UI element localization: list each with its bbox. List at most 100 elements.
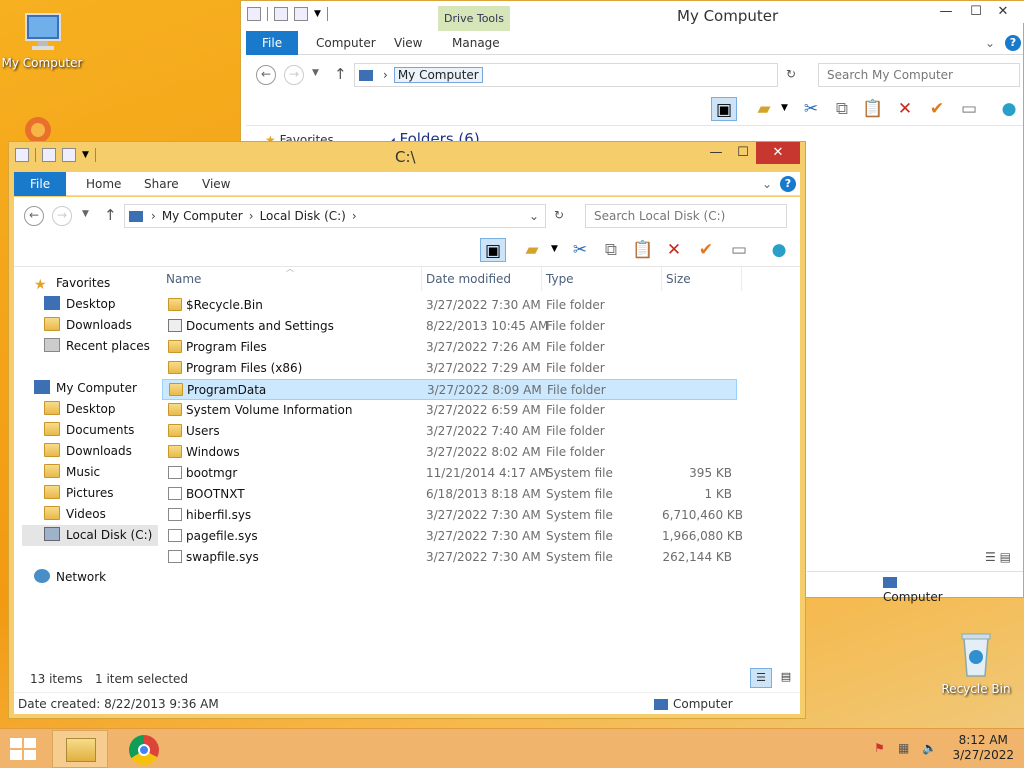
nav-favorites-recent[interactable]: Recent places <box>44 336 150 357</box>
file-row[interactable]: System Volume Information 3/27/2022 6:59 … <box>162 400 737 421</box>
help-icon[interactable]: ? <box>780 176 796 192</box>
close-button[interactable]: ✕ <box>981 1 1024 23</box>
tab-file[interactable]: File <box>14 172 67 196</box>
forward-button[interactable]: → <box>284 65 304 85</box>
column-header-date[interactable]: Date modified <box>422 267 542 291</box>
chevron-down-icon[interactable]: ⌄ <box>762 177 772 191</box>
tab-view[interactable]: View <box>380 31 436 55</box>
chevron-down-icon[interactable]: ▼ <box>314 9 321 19</box>
chevron-down-icon[interactable]: ▼ <box>551 244 558 254</box>
large-icons-view-button[interactable]: ▤ <box>776 668 796 688</box>
nav-local-disk[interactable]: Local Disk (C:) <box>22 525 159 546</box>
nav-pictures[interactable]: Pictures <box>44 483 114 504</box>
nav-desktop[interactable]: Desktop <box>44 399 116 420</box>
desktop-icon-my-computer[interactable]: My Computer <box>0 10 84 70</box>
folder-options-icon[interactable]: ▰ <box>751 97 777 121</box>
file-row[interactable]: Users 3/27/2022 7:40 AM File folder <box>162 421 737 442</box>
breadcrumb-local-disk[interactable]: Local Disk (C:) <box>260 209 346 223</box>
copy-icon[interactable]: ⧉ <box>829 97 855 121</box>
tab-view[interactable]: View <box>188 172 244 196</box>
start-button[interactable] <box>10 738 36 760</box>
file-row[interactable]: Windows 3/27/2022 8:02 AM File folder <box>162 442 737 463</box>
properties-icon[interactable] <box>274 7 288 21</box>
file-row[interactable]: Program Files (x86) 3/27/2022 7:29 AM File… <box>162 358 737 379</box>
nav-my-computer[interactable]: My Computer <box>34 378 137 399</box>
refresh-icon[interactable]: ↻ <box>786 67 796 81</box>
nav-documents[interactable]: Documents <box>44 420 134 441</box>
back-button[interactable]: ← <box>256 65 276 85</box>
up-button[interactable]: ↑ <box>104 206 117 224</box>
cut-icon[interactable]: ✂ <box>798 97 824 121</box>
back-button[interactable]: ← <box>24 206 44 226</box>
large-icons-view-icon[interactable]: ▤ <box>1000 550 1011 564</box>
recent-locations-icon[interactable]: ▼ <box>312 68 319 78</box>
clock[interactable]: 8:12 AM 3/27/2022 <box>952 733 1014 763</box>
tab-file[interactable]: File <box>246 31 299 55</box>
recent-locations-icon[interactable]: ▼ <box>82 209 89 219</box>
chevron-down-icon[interactable]: ▼ <box>82 150 89 160</box>
nav-favorites[interactable]: ★ Favorites <box>34 273 110 294</box>
search-input[interactable]: Search My Computer <box>818 63 1020 87</box>
properties-icon[interactable] <box>42 148 56 162</box>
details-view-button[interactable]: ☰ <box>750 668 772 688</box>
delete-icon[interactable]: ✕ <box>661 238 687 262</box>
tab-share[interactable]: Share <box>130 172 193 196</box>
help-icon[interactable]: ? <box>1005 35 1021 51</box>
close-button[interactable]: ✕ <box>756 142 800 164</box>
action-center-icon[interactable]: ⚑ <box>874 741 885 755</box>
breadcrumb-my-computer[interactable]: My Computer <box>162 209 243 223</box>
preview-pane-icon[interactable]: ▣ <box>480 238 506 262</box>
file-row[interactable]: $Recycle.Bin 3/27/2022 7:30 AM File folder <box>162 295 737 316</box>
rename-icon[interactable]: ▭ <box>956 97 982 121</box>
cut-icon[interactable]: ✂ <box>567 238 593 262</box>
preview-pane-icon[interactable]: ▣ <box>711 97 737 121</box>
refresh-icon[interactable]: ↻ <box>554 208 564 222</box>
network-status-icon[interactable]: ▦ <box>898 741 909 755</box>
folder-options-icon[interactable]: ▰ <box>519 238 545 262</box>
checkmark-icon[interactable]: ✔ <box>693 238 719 262</box>
file-row[interactable]: ProgramData 3/27/2022 8:09 AM File folder <box>162 379 737 400</box>
chevron-down-icon[interactable]: ▼ <box>781 103 788 113</box>
file-row[interactable]: BOOTNXT 6/18/2013 8:18 AM System file 1 KB <box>162 484 737 505</box>
nav-music[interactable]: Music <box>44 462 100 483</box>
maximize-button[interactable]: ☐ <box>728 142 758 164</box>
column-header-type[interactable]: Type <box>542 267 662 291</box>
tab-manage[interactable]: Manage <box>438 31 514 55</box>
file-row[interactable]: bootmgr 11/21/2014 4:17 AM System file 395 … <box>162 463 737 484</box>
globe-icon[interactable]: ● <box>766 238 792 262</box>
file-row[interactable]: pagefile.sys 3/27/2022 7:30 AM System file… <box>162 526 743 547</box>
nav-favorites-downloads[interactable]: Downloads <box>44 315 132 336</box>
rename-icon[interactable]: ▭ <box>726 238 752 262</box>
nav-videos[interactable]: Videos <box>44 504 106 525</box>
chevron-down-icon[interactable]: ⌄ <box>985 36 995 50</box>
paste-icon[interactable]: 📋 <box>630 238 656 262</box>
file-row[interactable]: hiberfil.sys 3/27/2022 7:30 AM System file… <box>162 505 743 526</box>
paste-icon[interactable]: 📋 <box>860 97 886 121</box>
nav-network[interactable]: Network <box>34 567 106 588</box>
nav-downloads[interactable]: Downloads <box>44 441 132 462</box>
address-bar[interactable]: › My Computer <box>354 63 778 87</box>
up-button[interactable]: ↑ <box>334 65 347 83</box>
delete-icon[interactable]: ✕ <box>892 97 918 121</box>
app-icon[interactable] <box>14 110 62 144</box>
desktop-icon-recycle-bin[interactable]: Recycle Bin <box>934 630 1018 696</box>
column-header-size[interactable]: Size <box>662 267 742 291</box>
tab-computer[interactable]: Computer <box>302 31 390 55</box>
tab-home[interactable]: Home <box>72 172 135 196</box>
forward-button[interactable]: → <box>52 206 72 226</box>
taskbar-file-explorer[interactable] <box>52 730 108 768</box>
address-bar[interactable]: › My Computer › Local Disk (C:) › ⌄ <box>124 204 546 228</box>
new-folder-icon[interactable] <box>62 148 76 162</box>
file-row[interactable]: swapfile.sys 3/27/2022 7:30 AM System file… <box>162 547 737 568</box>
column-header-name[interactable]: Name <box>162 267 422 291</box>
file-row[interactable]: Documents and Settings 8/22/2013 10:45 AM… <box>162 316 737 337</box>
file-row[interactable]: Program Files 3/27/2022 7:26 AM File folde… <box>162 337 737 358</box>
volume-muted-icon[interactable]: 🔈 <box>922 741 937 755</box>
checkmark-icon[interactable]: ✔ <box>924 97 950 121</box>
chevron-down-icon[interactable]: ⌄ <box>529 209 539 223</box>
nav-favorites-desktop[interactable]: Desktop <box>44 294 116 315</box>
search-input[interactable]: Search Local Disk (C:) <box>585 204 787 228</box>
taskbar-chrome[interactable] <box>124 733 164 765</box>
minimize-button[interactable]: — <box>701 142 731 164</box>
copy-icon[interactable]: ⧉ <box>598 238 624 262</box>
